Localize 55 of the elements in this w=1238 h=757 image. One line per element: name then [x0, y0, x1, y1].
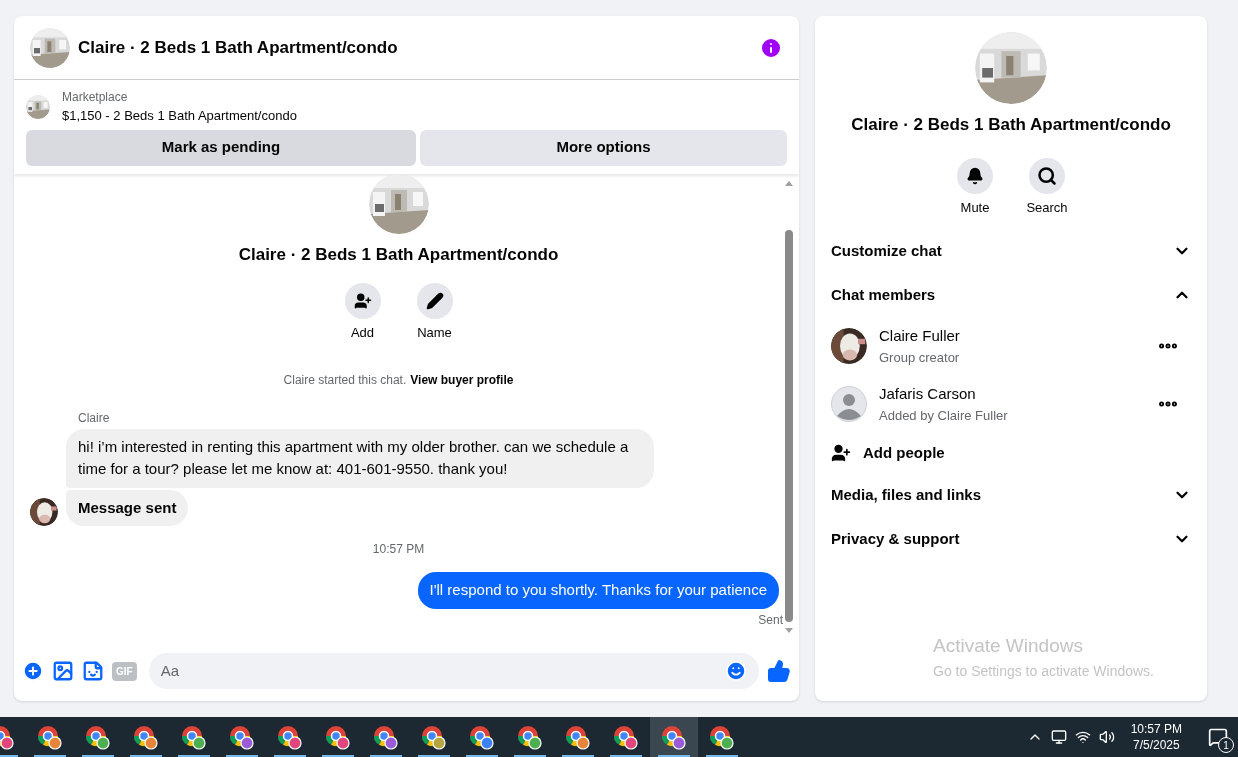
network-icon[interactable]	[1074, 729, 1091, 745]
member-name: Claire Fuller	[879, 326, 961, 346]
listing-button[interactable]: Mark as pending	[26, 129, 416, 166]
action-label: Search	[1026, 198, 1068, 217]
section-header[interactable]: Chat members	[831, 273, 1191, 317]
search-icon	[1037, 165, 1057, 186]
details-title: Claire · 2 Beds 1 Bath Apartment/condo	[851, 114, 1171, 136]
image-icon[interactable]	[52, 660, 74, 682]
listing-summary: $1,150 - 2 Beds 1 Bath Apartment/condo	[62, 107, 297, 125]
section-header[interactable]: Customize chat	[831, 229, 1191, 273]
avatar-icon	[831, 386, 867, 422]
section-header[interactable]: Privacy & support	[831, 517, 1191, 561]
notification-button[interactable]: 1	[1198, 717, 1238, 757]
member-role: Group creator	[879, 348, 961, 367]
message-field[interactable]: Aa	[148, 653, 759, 689]
emoji-icon[interactable]	[725, 660, 747, 682]
notification-count: 1	[1218, 737, 1234, 753]
received-message-bubble: hi! i’m interested in renting this apartment with my older brother. can we schedule a time for a tour? please let me know at: 401-601-9550. thank you!	[66, 428, 654, 488]
clock-time[interactable]: 10:57 PM	[1130, 721, 1182, 737]
action-label: Name	[417, 324, 452, 342]
action-label: Mute	[960, 198, 990, 217]
message-input[interactable]: Aa	[160, 659, 725, 683]
chat-title: Claire · 2 Beds 1 Bath Apartment/condo	[78, 36, 398, 59]
sent-message-bubble: I'll respond to you shortly. Thanks for your patience	[417, 572, 779, 609]
thumbs-up-icon[interactable]	[767, 659, 791, 683]
pencil-icon	[425, 292, 444, 310]
listing-button[interactable]: More options	[420, 129, 787, 166]
add-people-button[interactable]: Add people	[831, 433, 1191, 473]
bell-icon	[966, 166, 984, 185]
watermark-subtitle: Go to Settings to activate Windows.	[933, 661, 1154, 681]
clock-date[interactable]: 7/5/2025	[1132, 737, 1180, 753]
plus-icon[interactable]	[22, 660, 44, 682]
chat-notice: Claire started this chat.	[283, 371, 407, 389]
section-header[interactable]: Media, files and links	[831, 473, 1191, 517]
sender-name: Claire	[78, 409, 111, 427]
add-person-icon	[831, 443, 851, 463]
add-person-button[interactable]	[344, 283, 381, 319]
buyer-profile-link[interactable]: View buyer profile	[410, 370, 514, 389]
member-name: Jafaris Carson	[879, 384, 977, 404]
watermark-title: Activate Windows	[933, 634, 1084, 658]
taskbar-app-icon[interactable]	[650, 717, 698, 757]
listing-source: Marketplace	[62, 89, 129, 106]
received-message-bubble: Message sent	[66, 489, 189, 526]
volume-icon[interactable]	[1098, 729, 1115, 745]
add-person-icon	[353, 292, 372, 310]
bell-button[interactable]	[957, 157, 993, 194]
member-role: Added by Claire Fuller	[879, 406, 1009, 425]
search-button[interactable]	[1029, 157, 1065, 194]
action-label: Add	[350, 324, 375, 342]
pencil-button[interactable]	[416, 283, 453, 319]
monitor-icon[interactable]	[1050, 729, 1067, 745]
sticker-icon[interactable]	[82, 660, 104, 682]
timestamp: 10:57 PM	[372, 541, 425, 558]
message-status: Sent	[758, 611, 783, 629]
conversation-title: Claire · 2 Beds 1 Bath Apartment/condo	[238, 243, 559, 266]
